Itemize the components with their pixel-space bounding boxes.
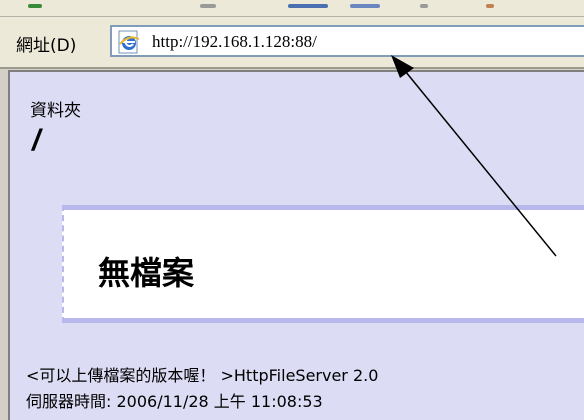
folder-label: 資料夾 xyxy=(30,101,81,121)
ie-page-icon xyxy=(118,30,140,54)
toolbar-icon-fragment xyxy=(350,4,380,8)
browser-toolbar xyxy=(0,0,584,17)
address-bar: 網址(D) http://192.168.1.128:88/ xyxy=(0,17,584,69)
address-input[interactable]: http://192.168.1.128:88/ xyxy=(110,25,584,57)
web-page-content: 資料夾 / 無檔案 <可以上傳檔案的版本喔！ >HttpFileServer 2… xyxy=(8,70,584,420)
toolbar-icon-fragment xyxy=(288,4,328,8)
no-files-message: 無檔案 xyxy=(98,254,195,292)
address-label: 網址(D) xyxy=(16,36,77,56)
server-version-line: <可以上傳檔案的版本喔！ >HttpFileServer 2.0 xyxy=(26,366,379,385)
toolbar-icon-fragment xyxy=(28,4,42,8)
toolbar-icon-fragment xyxy=(420,4,428,8)
file-list-panel: 無檔案 xyxy=(62,205,584,323)
toolbar-icon-fragment xyxy=(486,4,494,8)
address-url-text: http://192.168.1.128:88/ xyxy=(152,32,317,51)
server-time-line: 伺服器時間: 2006/11/28 上午 11:08:53 xyxy=(26,392,323,411)
toolbar-icon-fragment xyxy=(200,4,216,8)
folder-path: / xyxy=(32,124,41,157)
